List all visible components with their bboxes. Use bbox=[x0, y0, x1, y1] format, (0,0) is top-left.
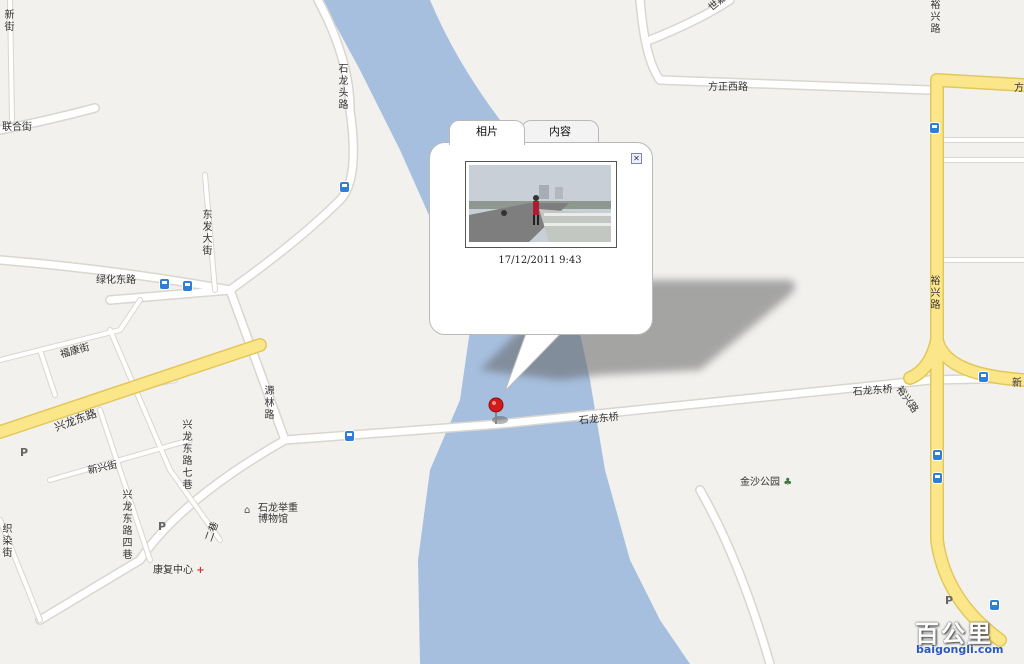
photo-timestamp: 17/12/2011 9:43 bbox=[498, 255, 582, 266]
bus-stop-icon[interactable] bbox=[930, 123, 939, 133]
bus-stop-icon[interactable] bbox=[183, 281, 192, 291]
road-label-xinjie: 新街 bbox=[4, 10, 15, 33]
info-window-pointer bbox=[504, 325, 571, 392]
bus-stop-icon[interactable] bbox=[340, 182, 349, 192]
parking-icon: P bbox=[20, 446, 29, 459]
poi-rehab[interactable]: 康复中心 + bbox=[153, 565, 205, 576]
road-label-shilong-bridge-2: 石龙东桥 bbox=[852, 384, 893, 398]
road-label-xinglong-4: 兴龙东路四巷 bbox=[122, 490, 133, 561]
bus-stop-icon[interactable] bbox=[990, 600, 999, 610]
parking-icon: P bbox=[158, 520, 167, 533]
road-label-xinglong-7: 兴龙东路七巷 bbox=[182, 420, 193, 491]
poi-museum[interactable]: ⌂ 石龙举重博物馆 bbox=[244, 503, 302, 525]
road-label-yuxing-top: 裕兴路 bbox=[930, 0, 941, 35]
road-label-fangzheng-west: 方正西路 bbox=[708, 82, 748, 93]
tree-icon: ♣ bbox=[783, 477, 793, 488]
tab-photo[interactable]: 相片 bbox=[449, 120, 525, 145]
info-window-body: ✕ 17/12/2011 9:43 bbox=[429, 142, 653, 335]
poi-park[interactable]: 金沙公园 ♣ bbox=[740, 477, 792, 488]
photo-thumbnail[interactable] bbox=[465, 161, 617, 248]
road-label-lvhua-east: 绿化东路 bbox=[96, 275, 136, 286]
museum-icon: ⌂ bbox=[244, 505, 251, 516]
road-label-dongfa: 东发大街 bbox=[202, 210, 213, 257]
road-label-fangzheng-edge: 方 bbox=[1014, 83, 1024, 94]
road-label-shilongtou: 石龙头路 bbox=[338, 64, 349, 111]
brand-url: baigongli.com bbox=[916, 643, 1004, 656]
info-window: 相片 内容 ✕ 17/12/2011 9:43 bbox=[429, 120, 653, 392]
location-pin-icon[interactable] bbox=[486, 396, 510, 428]
parking-icon: P bbox=[945, 594, 954, 607]
bus-stop-icon[interactable] bbox=[933, 450, 942, 460]
road-label-yuxing-mid: 裕兴路 bbox=[930, 276, 941, 311]
photo-image bbox=[469, 165, 611, 242]
bus-stop-icon[interactable] bbox=[979, 372, 988, 382]
road-label-zhizuo: 织染街 bbox=[2, 524, 13, 559]
bus-stop-icon[interactable] bbox=[933, 473, 942, 483]
bus-stop-icon[interactable] bbox=[160, 279, 169, 289]
bus-stop-icon[interactable] bbox=[345, 431, 354, 441]
map-view[interactable]: 石龙头路 东发大街 绿化东路 新街 联合街 福康街 兴龙东路 源林路 兴龙东路七… bbox=[0, 0, 1024, 664]
road-label-lianhe: 联合街 bbox=[2, 122, 32, 133]
road-label-yuanlin: 源林路 bbox=[264, 386, 275, 421]
close-icon[interactable]: ✕ bbox=[631, 153, 642, 164]
hospital-icon: + bbox=[196, 565, 205, 576]
road-label-xin-edge: 新 bbox=[1012, 378, 1022, 389]
